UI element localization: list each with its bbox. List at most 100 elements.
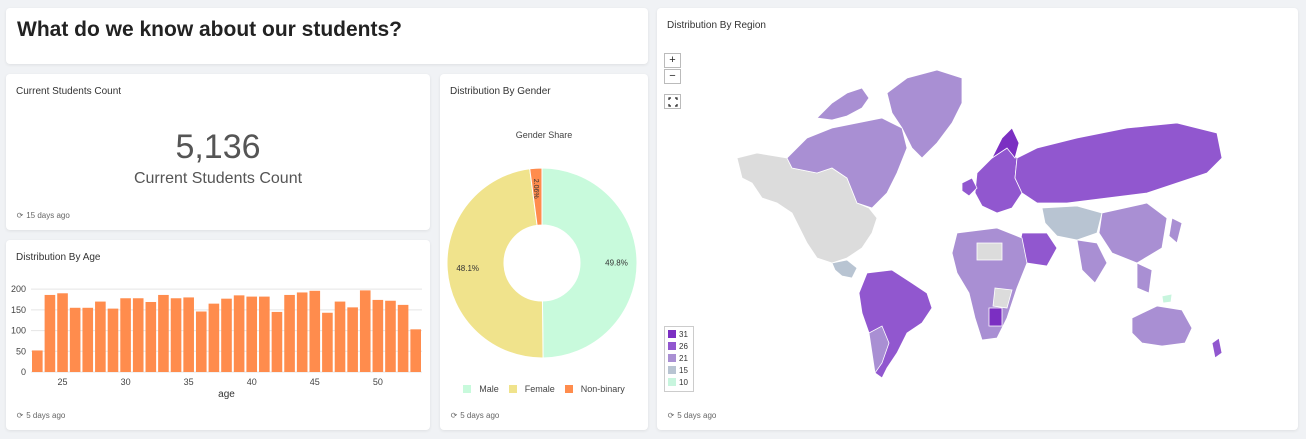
x-tick-label: 35 [184,377,194,387]
age-bar [208,303,220,372]
legend-label: Male [479,384,499,394]
legend-label: 31 [679,330,688,339]
legend-swatch [564,385,573,393]
header-card: What do we know about our students? [6,8,648,64]
age-bar [284,294,295,372]
big-number-subtitle: Current Students Count [133,170,303,187]
legend-label: 10 [679,378,688,387]
age-bar [82,307,94,372]
slice-label: 49.8% [605,259,628,268]
region-new-zealand[interactable] [1211,337,1223,359]
age-bar [309,290,321,372]
refresh-status: ⟳ 15 days ago [16,211,70,220]
y-tick-label: 50 [16,346,26,356]
region-japan[interactable] [1168,217,1183,244]
x-tick-label: 25 [58,377,68,387]
legend-item: 31 [668,329,690,341]
x-tick-label: 50 [373,377,383,387]
card-title: Current Students Count [16,86,122,97]
legend-label: 15 [679,366,688,375]
big-number-value: 5,136 [175,128,261,166]
refresh-icon: ⟳ [16,211,24,220]
age-bar [44,294,56,372]
gender-donut-chart: Gender Share 49.8% 48.1% 2.06% [446,130,638,359]
refresh-time: 5 days ago [460,411,500,420]
age-bar [57,293,68,372]
y-tick-label: 0 [21,367,26,377]
region-russia[interactable] [1014,122,1223,204]
age-bar [246,296,258,372]
legend-item[interactable]: Male [463,384,499,394]
legend-swatch [668,378,676,386]
legend-swatch [668,342,676,350]
age-bar [271,311,283,372]
age-bar [347,307,358,372]
refresh-status: ⟳ 5 days ago [450,411,500,420]
region-central-asia[interactable] [1041,205,1103,241]
legend-swatch [508,385,517,393]
slice-label: 48.1% [456,264,479,273]
legend-swatch [668,330,676,338]
age-bar [145,301,157,372]
legend-label: 21 [679,354,688,363]
age-distribution-card: Distribution By Age 0 50 100 150 200 25 30 35 40… [6,240,430,430]
refresh-time: 15 days ago [26,211,70,220]
legend-swatch [463,385,472,393]
age-bar [132,298,144,372]
legend-swatch [668,366,676,374]
region-papua[interactable] [1161,293,1173,304]
age-bar [183,297,194,372]
age-bar [410,329,421,372]
age-bar [334,301,346,372]
refresh-status: ⟳ 5 days ago [16,411,66,420]
region-india[interactable] [1076,239,1108,284]
age-bar [158,294,169,372]
refresh-status: ⟳ 5 days ago [667,411,717,420]
x-tick-label: 45 [310,377,320,387]
refresh-time: 5 days ago [677,411,717,420]
gender-distribution-card: Distribution By Gender Gender Share 49.8%… [440,74,648,430]
legend-label: Non-binary [580,384,625,394]
region-north-africa[interactable] [976,242,1003,261]
region-arctic-islands[interactable] [816,87,870,121]
age-bar [170,298,182,372]
age-bar [385,300,396,372]
world-map[interactable] [657,8,1298,430]
refresh-time: 5 days ago [26,411,66,420]
region-southeast-asia[interactable] [1136,262,1153,294]
x-tick-label: 30 [121,377,131,387]
age-bar-chart: 0 50 100 150 200 25 30 35 40 45 50 age [11,284,422,400]
legend-item: 10 [668,377,690,389]
legend-item: 21 [668,353,690,365]
x-axis-label: age [218,389,235,400]
legend-swatch [668,354,676,362]
gender-legend: Male Female Non-binary [440,384,648,394]
region-china[interactable] [1098,202,1168,264]
refresh-icon: ⟳ [667,411,675,420]
slice-label: 2.06% [532,179,539,199]
age-bar [120,298,131,372]
refresh-icon: ⟳ [16,411,24,420]
region-australia[interactable] [1131,305,1193,347]
y-tick-label: 150 [11,305,26,315]
region-legend: 31 26 21 15 10 [664,326,694,392]
region-southern-africa[interactable] [988,307,1003,327]
legend-item: 26 [668,341,690,353]
age-bar [32,350,43,372]
age-bar [296,292,308,372]
age-bar [359,290,371,372]
region-south-america[interactable] [858,269,933,379]
age-bar [221,298,232,372]
age-bar [107,308,119,372]
legend-item[interactable]: Non-binary [564,384,625,394]
legend-item[interactable]: Female [508,384,555,394]
age-bar [372,299,384,372]
x-tick-label: 40 [247,377,257,387]
age-bar [95,301,106,372]
region-central-america[interactable] [831,259,858,279]
legend-item: 15 [668,365,690,377]
age-bar [233,295,245,372]
y-tick-label: 100 [11,326,26,336]
y-tick-label: 200 [11,284,26,294]
age-bar [322,312,333,372]
